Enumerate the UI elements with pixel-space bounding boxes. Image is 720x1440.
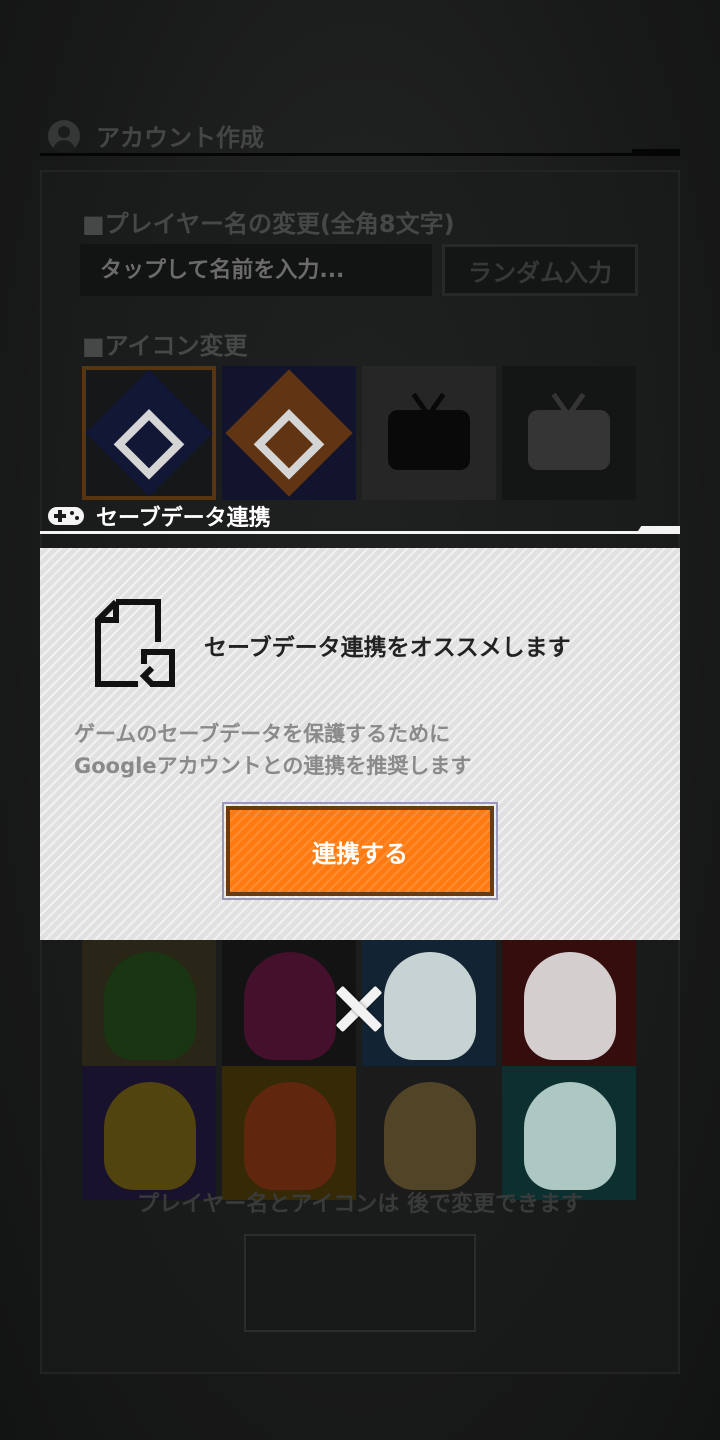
modal-description: ゲームのセーブデータを保護するために Googleアカウントとの連携を推奨します [74, 718, 471, 782]
modal-description-line1: ゲームのセーブデータを保護するために [74, 722, 451, 746]
link-account-button[interactable]: 連携する [226, 806, 494, 896]
close-icon[interactable] [334, 984, 384, 1034]
modal-headline: セーブデータ連携をオススメします [204, 635, 571, 661]
gamepad-icon [48, 507, 84, 525]
modal-title-divider [40, 531, 680, 534]
save-link-dialog: セーブデータ連携をオススメします ゲームのセーブデータを保護するために Goog… [40, 548, 680, 940]
modal-description-line2: Googleアカウントとの連携を推奨します [74, 754, 472, 778]
modal-title-bar: セーブデータ連携 [48, 500, 271, 532]
document-sync-icon [95, 599, 175, 687]
modal-title-divider-accent [636, 526, 680, 534]
modal-title: セーブデータ連携 [96, 506, 271, 531]
